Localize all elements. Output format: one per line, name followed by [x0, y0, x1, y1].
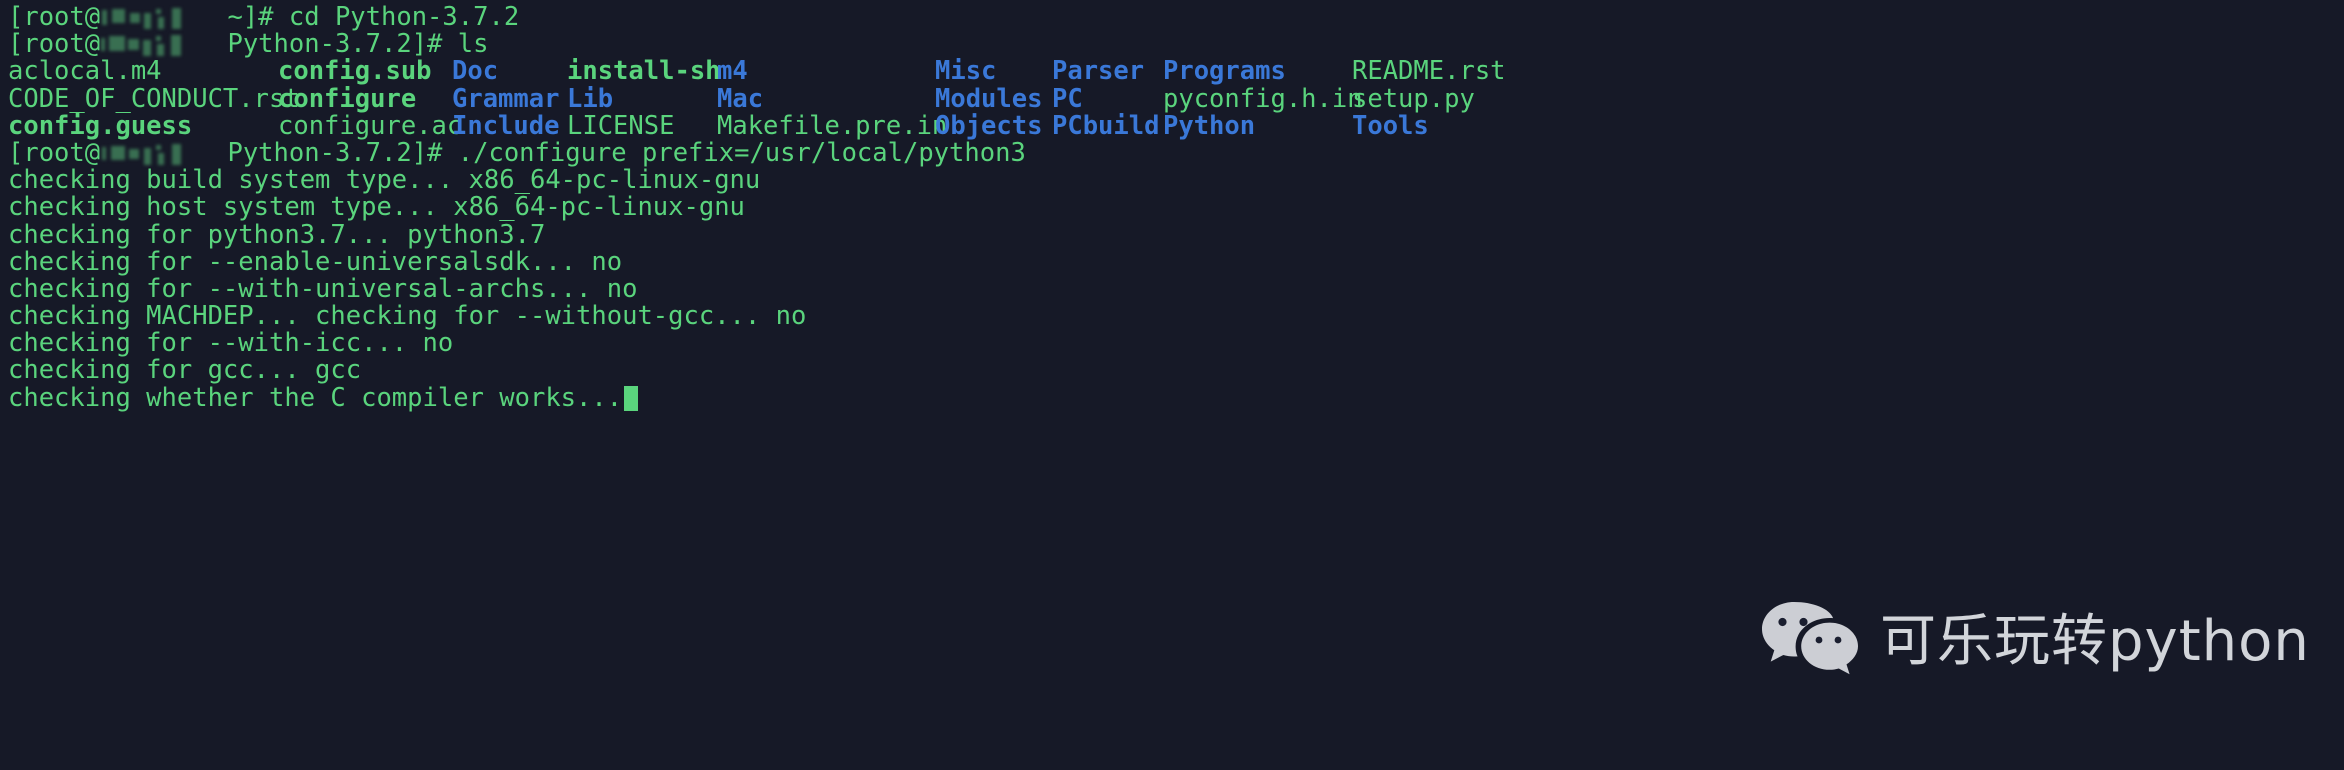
ls-output-row: aclocal.m4 config.sub Doc install-sh m4 Misc P…: [8, 58, 2344, 85]
configure-output-text: checking MACHDEP... checking for --witho…: [8, 301, 807, 332]
redacted-hostname: [100, 143, 212, 165]
ls-entry-dir: Mac: [717, 83, 764, 114]
ls-entry-file: Makefile.pre.in: [717, 110, 948, 141]
configure-output-line: checking for --with-icc... no: [8, 330, 2344, 357]
ls-entry-dir: Misc: [935, 56, 997, 87]
prompt-suffix: ~]#: [212, 2, 289, 32]
prompt-prefix: [root@: [8, 2, 101, 32]
redacted-hostname: [100, 34, 212, 57]
ls-entry-exec: install-sh: [567, 56, 721, 87]
ls-entry-dir: PC: [1052, 83, 1083, 114]
ls-entry-file: setup.py: [1352, 83, 1475, 114]
watermark-text: 可乐玩转python: [1880, 609, 2310, 675]
configure-output-line: checking for --enable-universalsdk... no: [8, 246, 2344, 277]
terminal-line-prompt-cd: [root@ ~]# cd Python-3.7.2: [8, 2, 2344, 32]
wechat-icon: [1758, 598, 1862, 686]
terminal-line-prompt-configure: [root@ Python-3.7.2]# ./configure prefix…: [8, 137, 2344, 168]
ls-output-row: config.guess configure.ac Include LICENSE Ma…: [8, 110, 2344, 141]
configure-output-text: checking build system type... x86_64-pc-…: [8, 165, 761, 196]
prompt-prefix: [root@: [8, 137, 101, 168]
ls-entry-file: CODE_OF_CONDUCT.rst: [8, 83, 300, 114]
ls-entry-dir: PCbuild: [1052, 110, 1160, 141]
configure-output-text: checking for --with-icc... no: [8, 328, 454, 359]
ls-entry-dir: Programs: [1163, 56, 1286, 87]
configure-output-line: checking whether the C compiler works...: [8, 382, 2344, 413]
redacted-hostname: [100, 7, 212, 29]
configure-output-text: checking for python3.7... python3.7: [8, 219, 546, 250]
configure-output-line: checking for gcc... gcc: [8, 357, 2344, 384]
watermark: 可乐玩转python: [1758, 598, 2310, 686]
configure-output-line: checking for python3.7... python3.7: [8, 219, 2344, 250]
ls-entry-dir: Python: [1163, 110, 1256, 141]
command-configure: ./configure prefix=/usr/local/python3: [457, 137, 1026, 168]
ls-entry-exec: config.sub: [278, 56, 432, 87]
configure-output-text: checking for gcc... gcc: [8, 355, 362, 386]
ls-output-grid: aclocal.m4 config.sub Doc install-sh m4 Misc P…: [8, 58, 2344, 140]
ls-entry-dir: Modules: [935, 83, 1043, 114]
ls-entry-exec: config.guess: [8, 110, 193, 141]
ls-entry-file: pyconfig.h.in: [1163, 83, 1363, 114]
configure-output-line: checking host system type... x86_64-pc-l…: [8, 194, 2344, 221]
ls-output-row: CODE_OF_CONDUCT.rst configure Grammar Lib Ma…: [8, 83, 2344, 114]
ls-entry-dir: Include: [452, 110, 560, 141]
ls-entry-dir: Doc: [452, 56, 499, 87]
terminal-window[interactable]: [root@ ~]# cd Python-3.7.2 [root@ Python…: [0, 0, 2344, 770]
ls-entry-dir: m4: [717, 56, 748, 87]
configure-output: checking build system type... x86_64-pc-…: [8, 167, 2344, 412]
command-cd: cd Python-3.7.2: [288, 2, 520, 32]
command-ls: ls: [457, 29, 489, 60]
terminal-line-prompt-ls: [root@ Python-3.7.2]# ls: [8, 31, 2344, 58]
ls-entry-file: configure.ac: [278, 110, 463, 141]
configure-output-text: checking for --enable-universalsdk... no: [8, 246, 623, 277]
terminal-screen: [root@ ~]# cd Python-3.7.2 [root@ Python…: [8, 2, 2344, 412]
configure-output-text: checking host system type... x86_64-pc-l…: [8, 192, 745, 223]
ls-entry-dir: Parser: [1052, 56, 1145, 87]
prompt-suffix: Python-3.7.2]#: [212, 29, 458, 60]
configure-output-text: checking whether the C compiler works...: [8, 382, 623, 413]
ls-entry-dir: Tools: [1352, 110, 1429, 141]
configure-output-line: checking MACHDEP... checking for --witho…: [8, 301, 2344, 332]
prompt-suffix: Python-3.7.2]#: [212, 137, 458, 168]
configure-output-line: checking for --with-universal-archs... n…: [8, 273, 2344, 304]
ls-entry-dir: Objects: [935, 110, 1043, 141]
configure-output-text: checking for --with-universal-archs... n…: [8, 273, 638, 304]
ls-entry-file: LICENSE: [567, 110, 675, 141]
configure-output-line: checking build system type... x86_64-pc-…: [8, 167, 2344, 194]
ls-entry-dir: Lib: [567, 83, 614, 114]
ls-entry-file: README.rst: [1352, 56, 1506, 87]
ls-entry-file: aclocal.m4: [8, 56, 162, 87]
ls-entry-dir: Grammar: [452, 83, 560, 114]
prompt-prefix: [root@: [8, 29, 101, 60]
terminal-cursor: [624, 385, 639, 411]
ls-entry-exec: configure: [278, 83, 417, 114]
